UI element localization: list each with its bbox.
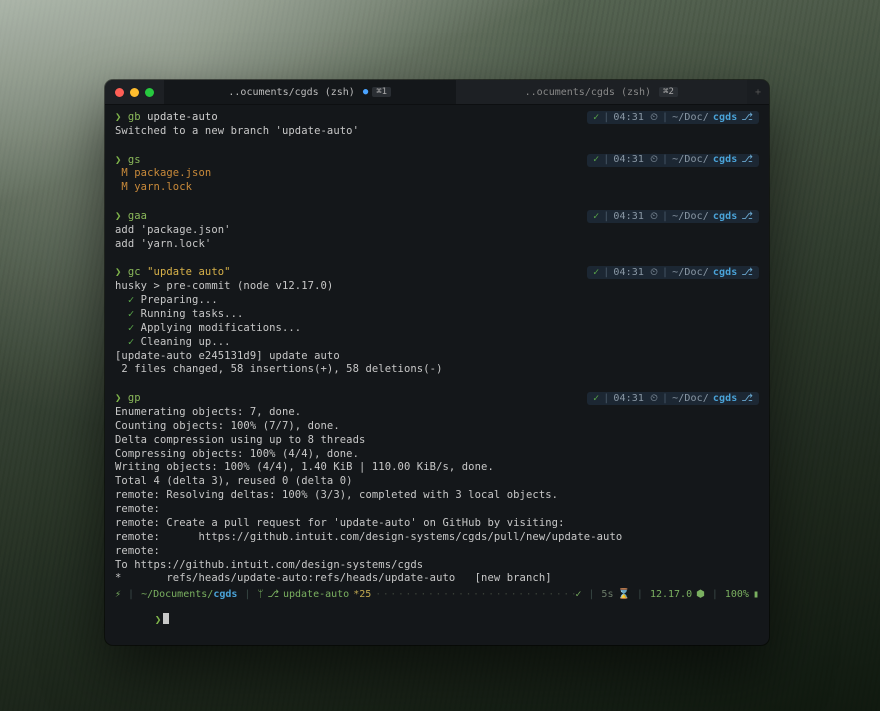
branch-icon: ⎇ (267, 589, 279, 600)
output-line: remote: https://github.intuit.com/design… (115, 531, 759, 545)
powerline-status: ⚡ | ~/Documents/cgds | ᛘ ⎇ update-auto *… (115, 589, 759, 600)
output-line: ✓ Cleaning up... (115, 336, 759, 350)
output-line: 2 files changed, 58 insertions(+), 58 de… (115, 363, 759, 377)
status-node: 12.17.0 (650, 589, 692, 600)
output-line: add 'yarn.lock' (115, 238, 759, 252)
output-line: To https://github.intuit.com/design-syst… (115, 559, 759, 573)
node-icon: ⬢ (696, 589, 705, 600)
output-line: ✓ Running tasks... (115, 308, 759, 322)
command-line: ❯ gb update-auto ✓| 04:31 ⏲| ~/Doc/cgds … (115, 111, 759, 125)
new-tab-button[interactable]: + (747, 80, 769, 104)
status-duration: 5s (601, 589, 613, 600)
terminal-window: ..ocuments/cgds (zsh) ● ⌘1 ..ocuments/cg… (105, 80, 769, 645)
command-block: ❯ gaa ✓| 04:31 ⏲| ~/Doc/cgds ⎇add 'packa… (115, 210, 759, 252)
close-icon[interactable] (115, 88, 124, 97)
tab-title: ..ocuments/cgds (zsh) (228, 87, 354, 98)
output-line: remote: (115, 545, 759, 559)
output-line: Compressing objects: 100% (4/4), done. (115, 448, 759, 462)
tab-1[interactable]: ..ocuments/cgds (zsh) ● ⌘1 (164, 80, 456, 104)
output-line: M yarn.lock (115, 181, 759, 195)
output-line: ✓ Preparing... (115, 294, 759, 308)
tab-2[interactable]: ..ocuments/cgds (zsh) ⌘2 (456, 80, 748, 104)
titlebar: ..ocuments/cgds (zsh) ● ⌘1 ..ocuments/cg… (105, 80, 769, 105)
git-icon: ᛘ (257, 589, 263, 600)
status-dirty: *25 (353, 589, 371, 600)
command-line: ❯ gp ✓| 04:31 ⏲| ~/Doc/cgds ⎇ (115, 392, 759, 406)
status-battery: 100% (725, 589, 749, 600)
status-path: ~/Documents/cgds (141, 589, 237, 600)
tab-shortcut: ⌘1 (372, 87, 391, 97)
command-block: ❯ gs ✓| 04:31 ⏲| ~/Doc/cgds ⎇ M package.… (115, 154, 759, 196)
command-block: ❯ gp ✓| 04:31 ⏲| ~/Doc/cgds ⎇Enumerating… (115, 392, 759, 586)
output-line: Switched to a new branch 'update-auto' (115, 125, 759, 139)
terminal-footer: ⚡ | ~/Documents/cgds | ᛘ ⎇ update-auto *… (105, 586, 769, 645)
zoom-icon[interactable] (145, 88, 154, 97)
command-line: ❯ gaa ✓| 04:31 ⏲| ~/Doc/cgds ⎇ (115, 210, 759, 224)
status-filler: ······························ (371, 589, 575, 600)
tab-title: ..ocuments/cgds (zsh) (525, 87, 651, 98)
right-prompt: ✓| 04:31 ⏲| ~/Doc/cgds ⎇ (587, 266, 759, 279)
output-line: [update-auto e245131d9] update auto (115, 350, 759, 364)
command-line: ❯ gs ✓| 04:31 ⏲| ~/Doc/cgds ⎇ (115, 154, 759, 168)
output-line: Enumerating objects: 7, done. (115, 406, 759, 420)
prompt-line[interactable]: ❯ (115, 600, 759, 639)
output-line: ✓ Applying modifications... (115, 322, 759, 336)
hourglass-icon: ⌛ (617, 589, 629, 600)
command-block: ❯ gc "update auto" ✓| 04:31 ⏲| ~/Doc/cgd… (115, 266, 759, 377)
command-line: ❯ gc "update auto" ✓| 04:31 ⏲| ~/Doc/cgd… (115, 266, 759, 280)
status-branch: update-auto (283, 589, 349, 600)
output-line: Total 4 (delta 3), reused 0 (delta 0) (115, 475, 759, 489)
right-prompt: ✓| 04:31 ⏲| ~/Doc/cgds ⎇ (587, 392, 759, 405)
prompt-icon: ⚡ (115, 589, 121, 600)
battery-icon: ▮ (753, 589, 759, 600)
status-ok-icon: ✓ (575, 589, 581, 600)
minimize-icon[interactable] (130, 88, 139, 97)
output-line: add 'package.json' (115, 224, 759, 238)
cursor-icon (163, 613, 169, 624)
output-line: Counting objects: 100% (7/7), done. (115, 420, 759, 434)
output-line: Delta compression using up to 8 threads (115, 434, 759, 448)
output-line: remote: Resolving deltas: 100% (3/3), co… (115, 489, 759, 503)
right-prompt: ✓| 04:31 ⏲| ~/Doc/cgds ⎇ (587, 154, 759, 167)
notification-icon: ● (363, 87, 368, 97)
command-block: ❯ gb update-auto ✓| 04:31 ⏲| ~/Doc/cgds … (115, 111, 759, 139)
right-prompt: ✓| 04:31 ⏲| ~/Doc/cgds ⎇ (587, 111, 759, 124)
output-line: remote: Create a pull request for 'updat… (115, 517, 759, 531)
terminal-body[interactable]: ❯ gb update-auto ✓| 04:31 ⏲| ~/Doc/cgds … (105, 105, 769, 586)
tab-shortcut: ⌘2 (659, 87, 678, 97)
traffic-lights (105, 80, 164, 104)
output-line: M package.json (115, 167, 759, 181)
output-line: Writing objects: 100% (4/4), 1.40 KiB | … (115, 461, 759, 475)
right-prompt: ✓| 04:31 ⏲| ~/Doc/cgds ⎇ (587, 210, 759, 223)
output-line: remote: (115, 503, 759, 517)
output-line: husky > pre-commit (node v12.17.0) (115, 280, 759, 294)
output-line: * refs/heads/update-auto:refs/heads/upda… (115, 572, 759, 586)
